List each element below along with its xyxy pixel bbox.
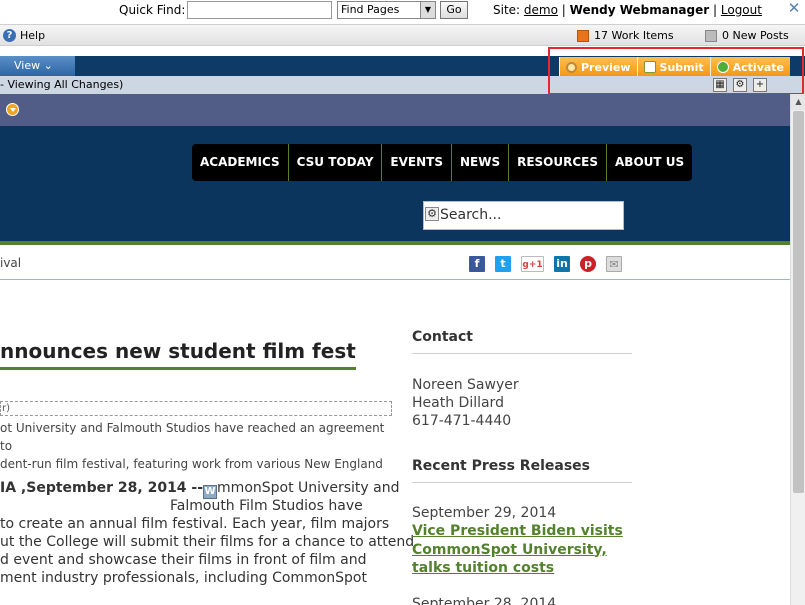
- help-icon: ?: [3, 29, 16, 42]
- nav-item-resources[interactable]: RESOURCES: [509, 144, 608, 181]
- vertical-scrollbar[interactable]: ▲: [790, 94, 805, 605]
- work-items-link[interactable]: 17 Work Items: [577, 29, 674, 42]
- search-input[interactable]: ⚙ Search...: [423, 201, 624, 230]
- body-line: ment industry professionals, including C…: [0, 570, 367, 586]
- quick-find-input[interactable]: [187, 1, 332, 19]
- site-label: Site:: [493, 3, 521, 17]
- nav-item-csu-today[interactable]: CSU TODAY: [289, 144, 383, 181]
- view-menu[interactable]: View ⌄: [0, 56, 75, 76]
- article-headline: nnounces new student film festival: [0, 339, 356, 363]
- go-button[interactable]: Go: [440, 1, 468, 19]
- close-icon[interactable]: ✕: [786, 0, 802, 16]
- press-date: September 29, 2014: [412, 505, 557, 521]
- separator: |: [713, 3, 718, 17]
- separator: |: [561, 3, 566, 17]
- viewing-label: - Viewing All Changes): [0, 78, 124, 91]
- nav-item-about-us[interactable]: ABOUT US: [607, 144, 692, 181]
- twitter-icon[interactable]: t: [495, 256, 511, 272]
- element-menu-icon[interactable]: [6, 103, 19, 116]
- find-type-select[interactable]: Find Pages ▼: [337, 1, 436, 19]
- scroll-thumb[interactable]: [793, 111, 804, 493]
- contact-line: Heath Dillard: [412, 395, 504, 411]
- body-line: to create an annual film festival. Each …: [0, 516, 390, 532]
- google-plus-icon[interactable]: g+1: [521, 256, 544, 272]
- body-line: ut the College will submit their films f…: [0, 534, 415, 550]
- editable-region[interactable]: r): [0, 401, 392, 416]
- contact-line: Noreen Sawyer: [412, 377, 519, 393]
- summary-line: dent-run film festival, featuring work f…: [0, 457, 383, 471]
- logout-link[interactable]: Logout: [721, 3, 762, 17]
- main-nav: ACADEMICS CSU TODAY EVENTS NEWS RESOURCE…: [192, 144, 693, 181]
- dateline: IA ,September 28, 2014 --: [0, 480, 204, 496]
- scroll-up-icon[interactable]: ▲: [791, 94, 805, 110]
- new-posts-link[interactable]: 0 New Posts: [705, 29, 789, 42]
- breadcrumb: ival: [0, 256, 22, 270]
- press-title: Recent Press Releases: [412, 458, 590, 474]
- quick-find-label: Quick Find:: [119, 3, 186, 17]
- headline-rule: [0, 367, 356, 370]
- social-share: f t g+1 in p ✉: [469, 256, 632, 272]
- search-placeholder: Search...: [440, 207, 502, 223]
- body-line: d event and showcase their films in fron…: [0, 552, 367, 568]
- press-rule: [412, 482, 632, 483]
- breadcrumb-rule: [0, 279, 790, 280]
- chevron-down-icon: ⌄: [43, 59, 53, 72]
- nav-item-news[interactable]: NEWS: [452, 144, 510, 181]
- contact-line: 617-471-4440: [412, 413, 512, 429]
- posts-icon: [705, 29, 717, 42]
- linkedin-icon[interactable]: in: [554, 256, 570, 272]
- view-label: View: [14, 59, 41, 72]
- body-line: mmonSpot University and: [217, 480, 400, 496]
- article-summary: ot University and Falmouth Studios have …: [0, 419, 392, 473]
- site-top-strip: [0, 94, 790, 126]
- work-items-icon: [577, 29, 589, 42]
- facebook-icon[interactable]: f: [469, 256, 485, 272]
- admin-top-bar: Quick Find: Find Pages ▼ Go Site: demo |…: [0, 0, 805, 21]
- help-label: Help: [20, 29, 46, 42]
- contact-title: Contact: [412, 329, 473, 345]
- pinterest-icon[interactable]: p: [580, 256, 596, 272]
- site-info: Site: demo | Wendy Webmanager | Logout: [493, 3, 762, 17]
- help-menu[interactable]: ? Help: [3, 29, 45, 42]
- chevron-down-icon: ▼: [420, 2, 435, 18]
- gear-icon[interactable]: ⚙: [425, 207, 439, 221]
- highlight-box: [548, 47, 804, 95]
- site-header: ACADEMICS CSU TODAY EVENTS NEWS RESOURCE…: [0, 126, 790, 241]
- press-date: September 28, 2014: [412, 596, 557, 605]
- admin-second-bar: ? Help 17 Work Items 0 New Posts: [0, 24, 805, 46]
- body-line: Falmouth Film Studios have: [170, 498, 363, 514]
- contact-info: Noreen Sawyer Heath Dillard 617-471-4440: [412, 376, 519, 430]
- nav-item-events[interactable]: EVENTS: [382, 144, 452, 181]
- user-name: Wendy Webmanager: [569, 3, 710, 17]
- contact-rule: [412, 353, 632, 354]
- new-posts-label: 0 New Posts: [722, 29, 789, 42]
- work-items-label: 17 Work Items: [594, 29, 674, 42]
- email-icon[interactable]: ✉: [606, 256, 622, 272]
- summary-line: ot University and Falmouth Studios have …: [0, 421, 385, 453]
- nav-item-academics[interactable]: ACADEMICS: [192, 144, 289, 181]
- find-type-value: Find Pages: [341, 3, 400, 16]
- site-link[interactable]: demo: [524, 3, 558, 17]
- press-link[interactable]: Vice President Biden visits CommonSpot U…: [412, 522, 642, 578]
- header-rule: [0, 241, 790, 245]
